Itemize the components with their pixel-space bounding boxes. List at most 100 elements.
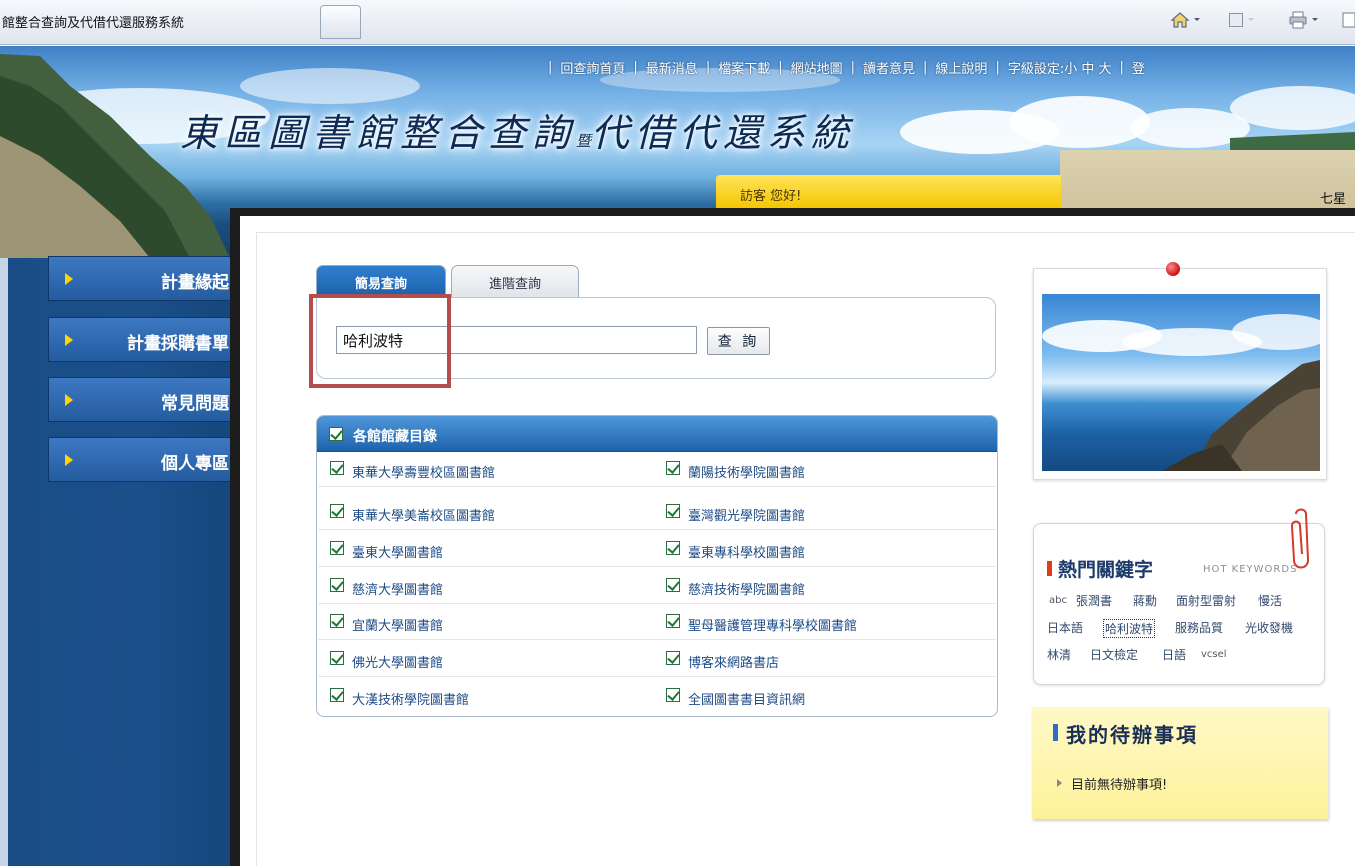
checkbox[interactable] (330, 614, 344, 628)
hot-keyword-link[interactable]: 林清 (1047, 646, 1071, 663)
library-name: 慈濟大學圖書館 (352, 583, 444, 598)
nav-login[interactable]: 登 (1132, 58, 1145, 77)
paperclip-icon (1290, 508, 1310, 569)
checkbox[interactable] (330, 541, 344, 555)
library-option[interactable]: 慈濟技術學院圖書館 (654, 570, 994, 604)
content-frame-top (230, 208, 1355, 216)
checkbox[interactable] (666, 504, 680, 518)
top-navigation: | 回查詢首頁 | 最新消息 | 檔案下載 | 網站地圖 | 讀者意見 | 線上… (548, 58, 1145, 77)
hot-keyword-link[interactable]: 日文檢定 (1090, 646, 1138, 663)
sidebar-item-label: 計畫緣起 (161, 273, 229, 293)
hot-keyword-link[interactable]: abc (1049, 595, 1067, 606)
browser-tab-bar: 館整合查詢及代借代還服務系統 (0, 0, 1355, 45)
page-button[interactable] (1342, 8, 1355, 32)
bullet-arrow-icon (1057, 779, 1062, 787)
library-option[interactable]: 聖母醫護管理專科學校圖書館 (654, 606, 994, 640)
hot-keyword-link[interactable]: 日本語 (1047, 619, 1083, 636)
checkbox[interactable] (330, 504, 344, 518)
checkbox[interactable] (666, 578, 680, 592)
sidebar-item-purchase-list[interactable]: 計畫採購書單 (48, 317, 240, 362)
library-option[interactable]: 全國圖書書目資訊網 (654, 680, 994, 714)
todo-message: 目前無待辦事項! (1071, 778, 1168, 793)
library-option[interactable]: 東華大學美崙校區圖書館 (318, 496, 658, 530)
todo-title: 我的待辦事項 (1066, 723, 1198, 747)
chevron-down-icon (1194, 18, 1200, 21)
hot-keyword-link[interactable]: 慢活 (1258, 592, 1282, 609)
sidebar-item-project-origin[interactable]: 計畫緣起 (48, 256, 240, 301)
library-option[interactable]: 臺東專科學校圖書館 (654, 533, 994, 567)
new-tab-button[interactable] (320, 5, 361, 39)
checkbox[interactable] (330, 688, 344, 702)
library-option[interactable]: 博客來網路書店 (654, 643, 994, 677)
library-option[interactable]: 臺灣觀光學院圖書館 (654, 496, 994, 530)
library-name: 東華大學壽豐校區圖書館 (352, 466, 496, 481)
content-frame-left (230, 210, 240, 866)
coast-scenery (1042, 314, 1320, 471)
arrow-right-icon (65, 273, 73, 285)
checkbox[interactable] (666, 614, 680, 628)
library-option[interactable]: 蘭陽技術學院圖書館 (654, 453, 994, 487)
search-button[interactable]: 查 詢 (707, 327, 770, 355)
nav-font-size[interactable]: 字級設定:小 中 大 (1008, 58, 1112, 77)
library-catalog-panel: 各館館藏目錄 東華大學壽豐校區圖書館 蘭陽技術學院圖書館 東華大學美崙校區圖書館… (316, 415, 998, 717)
printer-icon (1289, 11, 1307, 29)
hot-keyword-link[interactable]: 日語 (1162, 646, 1186, 663)
checkbox[interactable] (330, 578, 344, 592)
hot-keyword-link[interactable]: 蔣勳 (1133, 592, 1157, 609)
library-name: 聖母醫護管理專科學校圖書館 (688, 619, 858, 634)
hot-keyword-link[interactable]: 面射型雷射 (1176, 592, 1236, 609)
checkbox[interactable] (330, 461, 344, 475)
nav-feedback[interactable]: 讀者意見 (863, 58, 915, 77)
nav-online-help[interactable]: 線上說明 (935, 58, 987, 77)
library-panel-title: 各館館藏目錄 (353, 429, 437, 445)
library-name: 東華大學美崙校區圖書館 (352, 509, 496, 524)
library-name: 全國圖書書目資訊網 (688, 693, 806, 708)
sidebar-item-faq[interactable]: 常見問題 (48, 377, 240, 422)
library-name: 臺灣觀光學院圖書館 (688, 509, 806, 524)
checkbox[interactable] (666, 461, 680, 475)
nav-news[interactable]: 最新消息 (646, 58, 698, 77)
table-row: 佛光大學圖書館 博客來網路書店 (318, 643, 996, 677)
hot-keyword-link-focused[interactable]: 哈利波特 (1103, 619, 1156, 638)
library-option[interactable]: 臺東大學圖書館 (318, 533, 658, 567)
hot-keywords-marker (1047, 561, 1052, 576)
banner-location-label: 七星 (1320, 192, 1347, 207)
browser-tab-title[interactable]: 館整合查詢及代借代還服務系統 (2, 12, 184, 31)
home-icon (1170, 12, 1190, 28)
tab-label: 進階查詢 (488, 276, 541, 292)
nav-sitemap[interactable]: 網站地圖 (791, 58, 843, 77)
checkbox[interactable] (666, 541, 680, 555)
nav-query-home[interactable]: 回查詢首頁 (560, 58, 625, 77)
library-option[interactable]: 宜蘭大學圖書館 (318, 606, 658, 640)
checkbox[interactable] (330, 651, 344, 665)
feed-icon (1229, 13, 1243, 27)
hot-keyword-link[interactable]: 光收發機 (1245, 619, 1293, 636)
tab-advanced-search[interactable]: 進階查詢 (451, 265, 579, 298)
library-option[interactable]: 佛光大學圖書館 (318, 643, 658, 677)
sidebar-item-personal[interactable]: 個人專區 (48, 437, 240, 482)
nav-downloads[interactable]: 檔案下載 (718, 58, 770, 77)
sidebar-item-label: 個人專區 (161, 454, 229, 474)
print-button[interactable] (1288, 8, 1319, 32)
library-name: 宜蘭大學圖書館 (352, 619, 444, 634)
greeting-text: 訪客 您好! (740, 189, 802, 204)
sidebar-item-label: 計畫採購書單 (127, 334, 229, 354)
library-option[interactable]: 東華大學壽豐校區圖書館 (318, 453, 658, 487)
todo-marker (1053, 724, 1058, 741)
coast-photo (1042, 294, 1320, 471)
home-button[interactable] (1170, 8, 1201, 32)
hot-keyword-link[interactable]: vcsel (1201, 649, 1227, 660)
table-row: 宜蘭大學圖書館 聖母醫護管理專科學校圖書館 (318, 606, 996, 640)
checkbox[interactable] (666, 651, 680, 665)
hot-keyword-link[interactable]: 張潤書 (1076, 592, 1112, 609)
checkbox[interactable] (666, 688, 680, 702)
hot-keyword-link[interactable]: 服務品質 (1175, 619, 1223, 636)
pushpin-icon (1166, 262, 1180, 276)
library-option[interactable]: 大漢技術學院圖書館 (318, 680, 658, 714)
select-all-checkbox[interactable] (329, 427, 343, 441)
arrow-right-icon (65, 334, 73, 346)
library-option[interactable]: 慈濟大學圖書館 (318, 570, 658, 604)
chevron-down-icon (1312, 18, 1318, 21)
library-name: 大漢技術學院圖書館 (352, 693, 470, 708)
feeds-button[interactable] (1228, 8, 1255, 32)
